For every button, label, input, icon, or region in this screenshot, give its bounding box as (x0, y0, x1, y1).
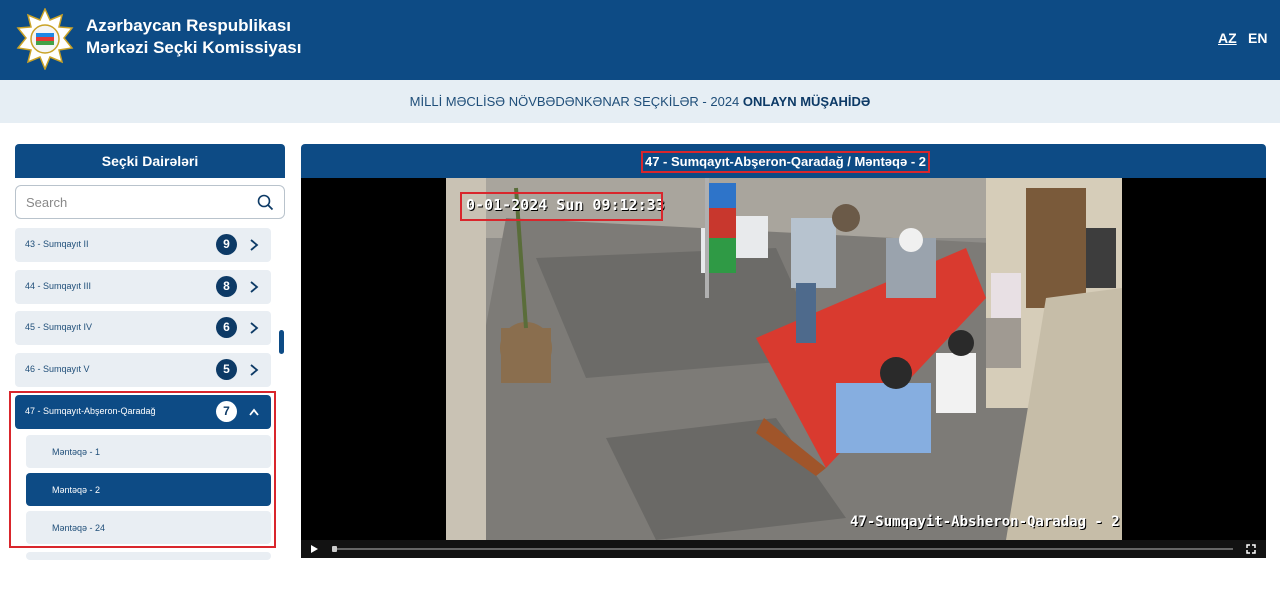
org-name-line2: Mərkəzi Seçki Komissiyası (86, 38, 302, 57)
play-icon[interactable] (309, 544, 319, 554)
station-item[interactable]: Məntəqə - 24 (26, 511, 271, 544)
district-item-active[interactable]: 47 - Sumqayıt-Abşeron-Qaradağ 7 (15, 395, 271, 429)
station-item-partial[interactable] (26, 552, 271, 560)
sidebar-title: Seçki Dairələri (15, 144, 285, 178)
lang-en-link[interactable]: EN (1248, 30, 1267, 46)
video-progress-bar[interactable] (333, 548, 1233, 550)
district-item[interactable]: 46 - Sumqayıt V 5 (15, 353, 271, 387)
banner-highlight: ONLAYN MÜŞAHİDƏ (742, 94, 871, 109)
district-label: 43 - Sumqayıt II (25, 239, 89, 249)
chevron-right-icon[interactable] (247, 279, 261, 295)
district-label: 47 - Sumqayıt-Abşeron-Qaradağ (25, 406, 156, 416)
station-label: Məntəqə - 1 (52, 447, 101, 457)
station-item-active[interactable]: Məntəqə - 2 (26, 473, 271, 506)
district-item[interactable]: 45 - Sumqayıt IV 6 (15, 311, 271, 345)
seal-logo-icon[interactable] (14, 8, 76, 70)
station-label: Məntəqə - 24 (52, 523, 106, 533)
org-name-line1: Azərbaycan Respublikası (86, 16, 292, 35)
camera-station-overlay: 47-Sumqayit-Absheron-Qaradag - 2 (850, 514, 1120, 530)
lang-az-link[interactable]: AZ (1218, 30, 1237, 46)
video-player[interactable] (301, 178, 1266, 558)
station-count-badge: 9 (216, 234, 237, 255)
search-icon[interactable] (257, 194, 274, 211)
sidebar-scrollbar[interactable] (279, 330, 284, 354)
progress-handle-icon[interactable] (332, 546, 337, 552)
station-count-badge: 6 (216, 317, 237, 338)
station-count-badge: 5 (216, 359, 237, 380)
fullscreen-icon[interactable] (1246, 544, 1256, 554)
district-label: 44 - Sumqayıt III (25, 281, 92, 291)
chevron-up-icon[interactable] (247, 404, 261, 420)
district-item[interactable]: 43 - Sumqayıt II 9 (15, 228, 271, 262)
district-item[interactable]: 44 - Sumqayıt III 8 (15, 270, 271, 304)
timestamp-highlight-box (460, 192, 663, 221)
video-controls (301, 540, 1266, 558)
station-count-badge: 7 (216, 401, 237, 422)
station-item[interactable]: Məntəqə - 1 (26, 435, 271, 468)
station-count-badge: 8 (216, 276, 237, 297)
district-label: 45 - Sumqayıt IV (25, 322, 93, 332)
search-box[interactable] (15, 185, 285, 219)
station-label: Məntəqə - 2 (52, 485, 101, 495)
search-input[interactable] (26, 186, 246, 218)
video-title: 47 - Sumqayıt-Abşeron-Qaradağ / Məntəqə … (641, 151, 930, 173)
chevron-right-icon[interactable] (247, 237, 261, 253)
banner-text: MİLLİ MƏCLİSƏ NÖVBƏDƏNKƏNAR SEÇKİLƏR - 2… (409, 94, 740, 109)
top-header: Azərbaycan Respublikası Mərkəzi Seçki Ko… (0, 0, 1280, 80)
chevron-right-icon[interactable] (247, 320, 261, 336)
district-label: 46 - Sumqayıt V (25, 364, 90, 374)
chevron-right-icon[interactable] (247, 362, 261, 378)
election-banner: MİLLİ MƏCLİSƏ NÖVBƏDƏNKƏNAR SEÇKİLƏR - 2… (0, 80, 1280, 123)
organization-name: Azərbaycan Respublikası Mərkəzi Seçki Ko… (86, 15, 301, 59)
camera-feed-image (446, 178, 1122, 540)
